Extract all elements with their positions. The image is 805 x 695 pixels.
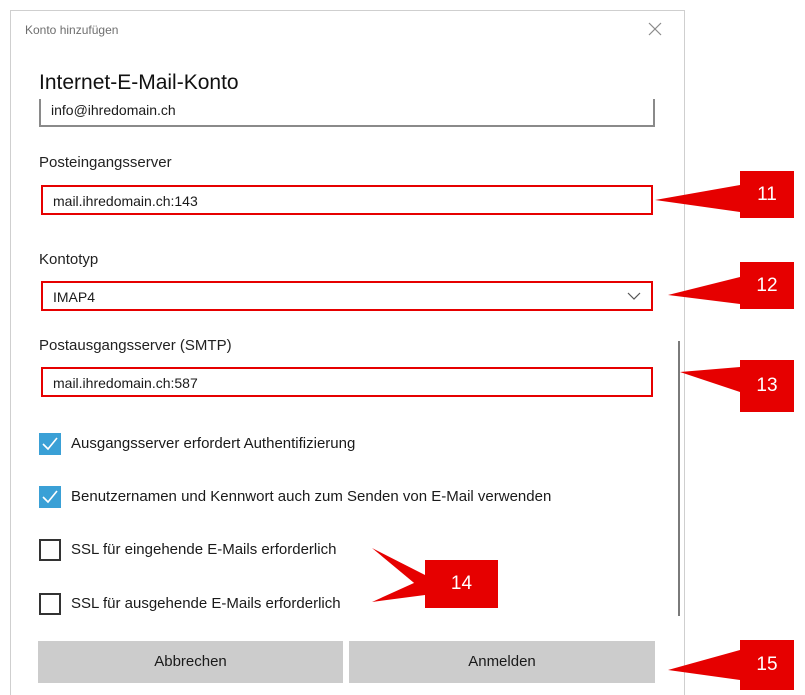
outgoing-server-label: Postausgangsserver (SMTP) — [39, 337, 232, 354]
checkmark-icon — [42, 490, 58, 504]
incoming-server-value: mail.ihredomain.ch:143 — [53, 193, 198, 209]
checkbox-label: Ausgangsserver erfordert Authentifizieru… — [71, 435, 356, 452]
checkbox-checked[interactable] — [39, 486, 61, 508]
scrollbar[interactable] — [678, 341, 680, 616]
checkmark-icon — [42, 437, 58, 451]
checkbox-label: SSL für ausgehende E-Mails erforderlich — [71, 595, 341, 612]
add-account-dialog: Konto hinzufügen Internet-E-Mail-Konto i… — [10, 10, 685, 695]
close-icon[interactable] — [645, 19, 665, 39]
dialog-title: Konto hinzufügen — [25, 23, 119, 37]
outgoing-server-value: mail.ihredomain.ch:587 — [53, 375, 198, 391]
account-type-value: IMAP4 — [53, 289, 96, 305]
checkbox-label: SSL für eingehende E-Mails erforderlich — [71, 541, 337, 558]
annotation-badge-12: 12 — [740, 262, 794, 309]
account-type-select[interactable]: IMAP4 — [41, 281, 653, 311]
annotation-badge-15: 15 — [740, 640, 794, 690]
chevron-down-icon — [627, 292, 641, 300]
account-type-label: Kontotyp — [39, 251, 99, 268]
checkbox-unchecked[interactable] — [39, 593, 61, 615]
annotation-badge-13: 13 — [740, 360, 794, 412]
page-title: Internet-E-Mail-Konto — [39, 71, 239, 94]
checkbox-unchecked[interactable] — [39, 539, 61, 561]
annotation-badge-11: 11 — [740, 171, 794, 218]
annotation-badge-14: 14 — [425, 560, 498, 608]
incoming-server-label: Posteingangsserver — [39, 154, 172, 171]
incoming-server-input[interactable]: mail.ihredomain.ch:143 — [41, 185, 653, 215]
cancel-button[interactable]: Abbrechen — [38, 641, 343, 683]
email-value: info@ihredomain.ch — [51, 102, 176, 118]
signin-button[interactable]: Anmelden — [349, 641, 655, 683]
outgoing-server-input[interactable]: mail.ihredomain.ch:587 — [41, 367, 653, 397]
checkbox-checked[interactable] — [39, 433, 61, 455]
email-field[interactable]: info@ihredomain.ch — [39, 99, 655, 127]
checkbox-label: Benutzernamen und Kennwort auch zum Send… — [71, 488, 552, 505]
